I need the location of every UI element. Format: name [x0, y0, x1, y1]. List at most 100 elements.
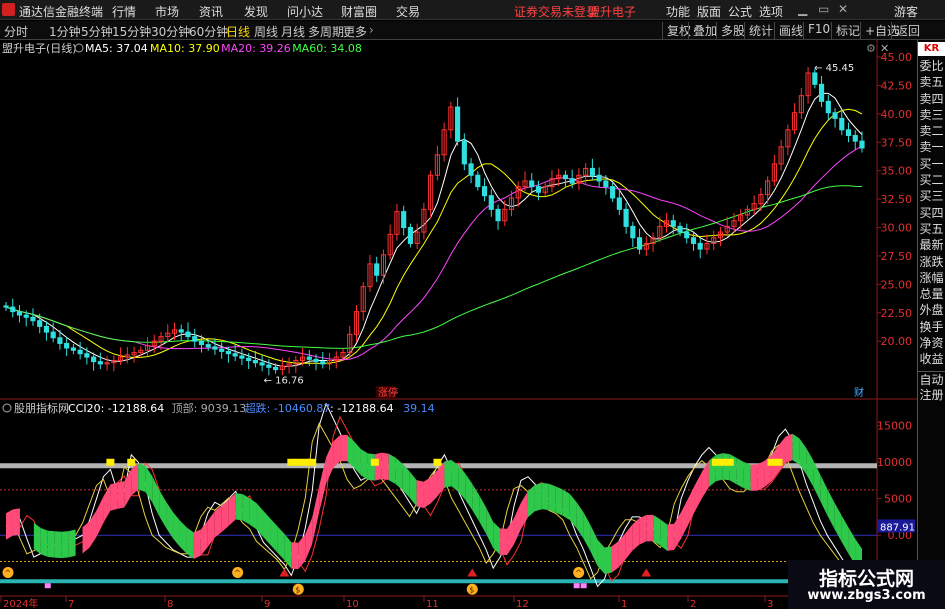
yellow-signal-mark — [127, 458, 136, 466]
sidebar-item[interactable]: 收益 — [918, 351, 945, 367]
toolbar-f10[interactable]: F10 — [803, 22, 830, 39]
price-tick-label: 30.00 — [881, 222, 913, 235]
sidebar-item[interactable]: 买一 — [918, 156, 945, 172]
login-status[interactable]: 证券交易未登录 — [514, 3, 598, 20]
tab-period-5min[interactable]: 5分钟 — [81, 23, 113, 40]
candle-body — [84, 353, 90, 358]
app-title: 通达信金融终端 — [19, 5, 104, 19]
candle-body — [239, 355, 245, 359]
tab-period-timeshare[interactable]: 分时 — [4, 23, 28, 40]
close-icon[interactable]: ✕ — [838, 2, 848, 16]
sidebar-item[interactable]: 换手 — [918, 319, 945, 335]
indicator-band-segment — [590, 525, 598, 566]
chevron-right-icon[interactable]: › — [369, 23, 374, 37]
tab-period-multi[interactable]: 多周期 — [308, 23, 344, 40]
candle-body — [677, 225, 683, 233]
candle-body — [97, 361, 103, 365]
indicator-band-segment — [576, 502, 584, 539]
sidebar-item[interactable]: 卖二 — [918, 123, 945, 139]
user-label[interactable]: 游客 — [894, 3, 918, 20]
indicator-band-segment — [604, 546, 612, 574]
dollar-glyph: $ — [295, 585, 300, 594]
menu-item-formula[interactable]: 公式 — [728, 3, 752, 20]
watermark-url: www.zbgs3.com — [807, 588, 926, 603]
menu-item-market[interactable]: 市场 — [155, 3, 179, 20]
sidebar-item[interactable]: 买四 — [918, 205, 945, 221]
sidebar-item[interactable]: 注册 — [918, 387, 945, 403]
menu-item-options[interactable]: 选项 — [759, 3, 783, 20]
candle-body — [589, 167, 595, 176]
tab-period-weekly[interactable]: 周线 — [254, 23, 278, 40]
candle-body — [684, 231, 690, 239]
restore-icon[interactable]: ▭ — [818, 2, 829, 16]
chart-area[interactable]: ^ ^ ^$ $ 45.0042.5040.0037.5035.0032.5030.0… — [0, 40, 917, 609]
sidebar-item[interactable]: 涨跌 — [918, 254, 945, 270]
gear-icon: ⚙ — [866, 42, 876, 55]
toolbar-mark[interactable]: 标记 — [831, 22, 860, 39]
tab-period-30min[interactable]: 30分钟 — [151, 23, 190, 40]
menu-item-news[interactable]: 资讯 — [199, 3, 223, 20]
toolbar-back[interactable]: 返回 — [891, 22, 920, 39]
tab-period-daily[interactable]: 日线 — [226, 23, 250, 40]
indicator-band-segment — [68, 529, 76, 558]
candle-body — [670, 220, 676, 227]
sidebar-item[interactable]: 买三 — [918, 188, 945, 204]
tab-period-60min[interactable]: 60分钟 — [189, 23, 228, 40]
candle-body — [812, 72, 818, 85]
indicator-band-segment — [799, 438, 807, 475]
menu-item-trade[interactable]: 交易 — [396, 3, 420, 20]
price-tick-label: 25.00 — [881, 278, 913, 291]
ma-label-ma60: MA60: 34.08 — [292, 42, 362, 55]
menu-item-discover[interactable]: 发现 — [244, 3, 268, 20]
sidebar-item[interactable]: 涨幅 — [918, 270, 945, 286]
indicator-band-segment — [110, 482, 118, 511]
indicator-band-segment — [207, 511, 215, 547]
sidebar-item[interactable]: 总量 — [918, 286, 945, 302]
minimize-icon[interactable]: ▁ — [798, 2, 807, 16]
sidebar-item[interactable]: 外盘 — [918, 302, 945, 318]
tab-period-15min[interactable]: 15分钟 — [112, 23, 151, 40]
indicator-band-segment — [186, 527, 194, 559]
xaxis-label: 12 — [516, 599, 529, 609]
tab-period-more[interactable]: 更多 — [343, 23, 367, 40]
sidebar-item[interactable]: 卖三 — [918, 107, 945, 123]
toolbar-fuquan[interactable]: 复权 — [662, 22, 691, 39]
menu-item-ask[interactable]: 问小达 — [287, 3, 323, 20]
indicator-band-segment — [47, 530, 55, 558]
candle-body — [610, 186, 616, 199]
tab-period-1min[interactable]: 1分钟 — [49, 23, 81, 40]
toolbar-draw[interactable]: 画线 — [774, 22, 803, 39]
candle-body — [596, 174, 602, 182]
indicator-bands — [6, 433, 862, 576]
candle-body — [475, 174, 481, 188]
sidebar-item[interactable]: 买五 — [918, 221, 945, 237]
candle-body — [266, 364, 272, 368]
price-tick-label: 42.50 — [881, 79, 913, 92]
sidebar-item[interactable]: 委比 — [918, 58, 945, 74]
sidebar-item[interactable]: 最新 — [918, 237, 945, 253]
tab-period-monthly[interactable]: 月线 — [281, 23, 305, 40]
sidebar-badge-kr[interactable]: KR — [918, 42, 945, 56]
indicator-band-segment — [166, 501, 174, 539]
menu-item-function[interactable]: 功能 — [666, 3, 690, 20]
indicator-band-segment — [423, 477, 431, 509]
toolbar-multi-stock[interactable]: 多股 — [716, 22, 745, 39]
menu-item-layout[interactable]: 版面 — [697, 3, 721, 20]
toolbar-stats[interactable]: 统计 — [744, 22, 773, 39]
yellow-signal-mark — [711, 458, 720, 466]
menu-item-quotes[interactable]: 行情 — [112, 3, 136, 20]
toolbar-overlay[interactable]: 叠加 — [688, 22, 717, 39]
menubar: 通达信金融终端 行情 市场 资讯 发现 问小达 财富圈 交易 证券交易未登录 盟… — [0, 0, 945, 20]
sidebar-item[interactable]: 卖一 — [918, 139, 945, 155]
indicator-band-segment — [214, 505, 222, 538]
sidebar-item[interactable]: 卖五 — [918, 74, 945, 90]
menu-item-wealth[interactable]: 财富圈 — [341, 3, 377, 20]
sidebar-item[interactable]: 买二 — [918, 172, 945, 188]
xaxis-label: 3 — [767, 599, 773, 609]
candle-body — [252, 359, 258, 364]
sidebar-item[interactable]: 净资 — [918, 335, 945, 351]
sidebar-item[interactable]: 卖四 — [918, 91, 945, 107]
sidebar-item[interactable]: 自动 — [918, 370, 945, 387]
candle-body — [30, 316, 36, 322]
candle-body — [852, 134, 858, 142]
